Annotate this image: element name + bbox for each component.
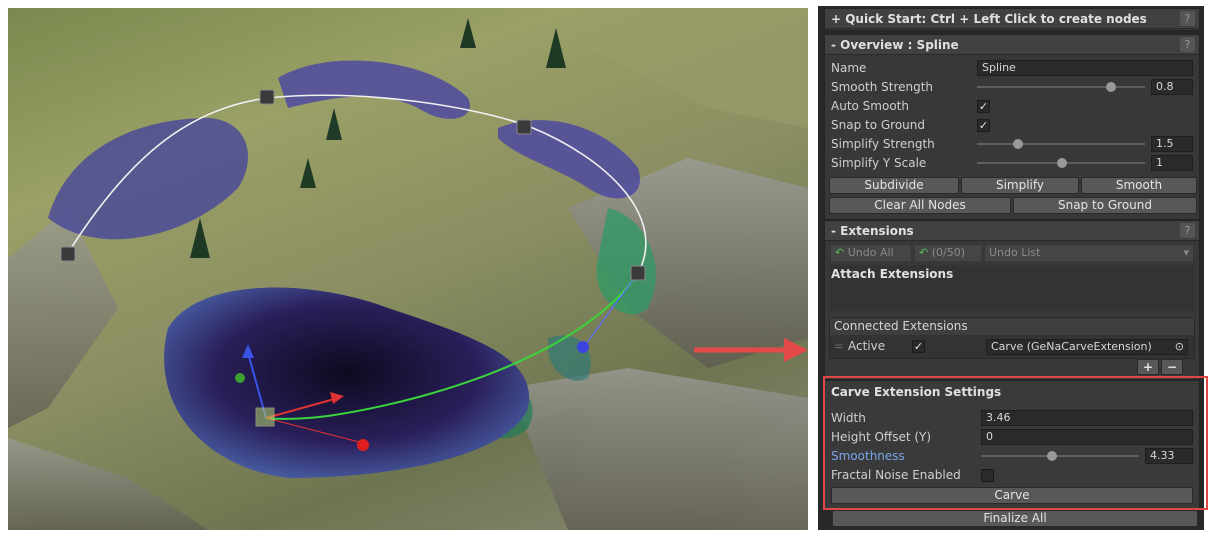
- quick-start-header[interactable]: + Quick Start: Ctrl + Left Click to crea…: [825, 9, 1199, 29]
- simplify-strength-label: Simplify Strength: [831, 137, 935, 151]
- active-checkbox[interactable]: ✓: [912, 340, 925, 353]
- auto-smooth-checkbox[interactable]: ✓: [977, 100, 990, 113]
- extensions-title: - Extensions: [831, 224, 914, 238]
- overview-title: - Overview : Spline: [831, 38, 959, 52]
- extension-object-field[interactable]: Carve (GeNaCarveExtension) ⊙: [986, 339, 1188, 355]
- simplify-strength-field[interactable]: 1.5: [1151, 136, 1193, 152]
- simplify-y-field[interactable]: 1: [1151, 155, 1193, 171]
- help-icon[interactable]: ?: [1180, 223, 1195, 238]
- extension-value: Carve (GeNaCarveExtension): [991, 340, 1152, 353]
- auto-smooth-label: Auto Smooth: [831, 99, 909, 113]
- smooth-strength-label: Smooth Strength: [831, 80, 934, 94]
- undo-all-label: Undo All: [847, 246, 894, 259]
- drag-handle-icon[interactable]: =: [834, 339, 844, 353]
- snap-label: Snap to Ground: [831, 118, 926, 132]
- red-arrow: [784, 338, 808, 362]
- snap-row: Snap to Ground ✓: [831, 116, 1193, 134]
- name-field[interactable]: Spline: [977, 60, 1193, 76]
- smooth-strength-row: Smooth Strength 0.8: [831, 78, 1193, 96]
- extensions-section: - Extensions ? ↶ Undo All ↶ (0/50) Undo …: [824, 220, 1200, 380]
- name-label: Name: [831, 61, 867, 75]
- quick-start-section: + Quick Start: Ctrl + Left Click to crea…: [824, 8, 1200, 31]
- connected-extensions-list: Connected Extensions = Active ✓ Carve (G…: [829, 317, 1195, 359]
- undo-icon: ↶: [919, 246, 929, 259]
- simplify-y-label: Simplify Y Scale: [831, 156, 927, 170]
- undo-count-label: (0/50): [931, 246, 966, 259]
- undo-count-button[interactable]: ↶ (0/50): [915, 245, 981, 261]
- simplify-y-row: Simplify Y Scale 1: [831, 154, 1193, 172]
- subdivide-button[interactable]: Subdivide: [829, 177, 959, 194]
- finalize-all-button[interactable]: Finalize All: [832, 510, 1198, 527]
- help-icon[interactable]: ?: [1180, 11, 1195, 26]
- smooth-strength-field[interactable]: 0.8: [1151, 79, 1193, 95]
- smooth-strength-knob[interactable]: [1106, 82, 1116, 92]
- smooth-button[interactable]: Smooth: [1081, 177, 1197, 194]
- attach-extensions-label: Attach Extensions: [831, 267, 954, 281]
- help-icon[interactable]: ?: [1180, 37, 1195, 52]
- spline-node: [516, 119, 532, 135]
- simplify-strength-row: Simplify Strength 1.5: [831, 135, 1193, 153]
- overview-section: - Overview : Spline ? Name Spline Smooth…: [824, 34, 1200, 220]
- name-row: Name Spline: [831, 59, 1193, 77]
- spline-node: [60, 246, 76, 262]
- undo-list-label: Undo List: [989, 246, 1041, 259]
- snap-to-ground-button[interactable]: Snap to Ground: [1013, 197, 1197, 214]
- auto-smooth-row: Auto Smooth ✓: [831, 97, 1193, 115]
- add-extension-button[interactable]: +: [1137, 359, 1159, 375]
- undo-all-button[interactable]: ↶ Undo All: [831, 245, 911, 261]
- snap-checkbox[interactable]: ✓: [977, 119, 990, 132]
- simplify-strength-knob[interactable]: [1013, 139, 1023, 149]
- simplify-y-knob[interactable]: [1057, 158, 1067, 168]
- undo-list-dropdown[interactable]: Undo List ▾: [985, 245, 1193, 261]
- highlight-box: [823, 376, 1208, 510]
- simplify-strength-slider[interactable]: [977, 143, 1145, 145]
- spline-node: [259, 89, 275, 105]
- smooth-strength-slider[interactable]: [977, 86, 1145, 88]
- tangent-handle: [577, 341, 589, 353]
- undo-icon: ↶: [835, 246, 845, 259]
- gizmo-plane: [255, 407, 275, 427]
- terrain-scene: [8, 8, 808, 530]
- object-picker-icon[interactable]: ⊙: [1175, 340, 1184, 354]
- simplify-button[interactable]: Simplify: [961, 177, 1079, 194]
- scene-viewport[interactable]: [8, 8, 808, 530]
- remove-extension-button[interactable]: −: [1161, 359, 1183, 375]
- overview-header[interactable]: - Overview : Spline ?: [825, 35, 1199, 55]
- quick-start-title: + Quick Start: Ctrl + Left Click to crea…: [831, 12, 1147, 26]
- active-label: Active: [848, 339, 886, 353]
- chevron-down-icon: ▾: [1183, 246, 1189, 259]
- attach-extensions-area[interactable]: Attach Extensions: [829, 265, 1195, 311]
- clear-all-nodes-button[interactable]: Clear All Nodes: [829, 197, 1011, 214]
- extensions-header[interactable]: - Extensions ?: [825, 221, 1199, 241]
- connected-extensions-header: Connected Extensions: [830, 318, 1194, 335]
- extension-row[interactable]: = Active ✓ Carve (GeNaCarveExtension) ⊙: [830, 337, 1194, 357]
- spline-node: [630, 265, 646, 281]
